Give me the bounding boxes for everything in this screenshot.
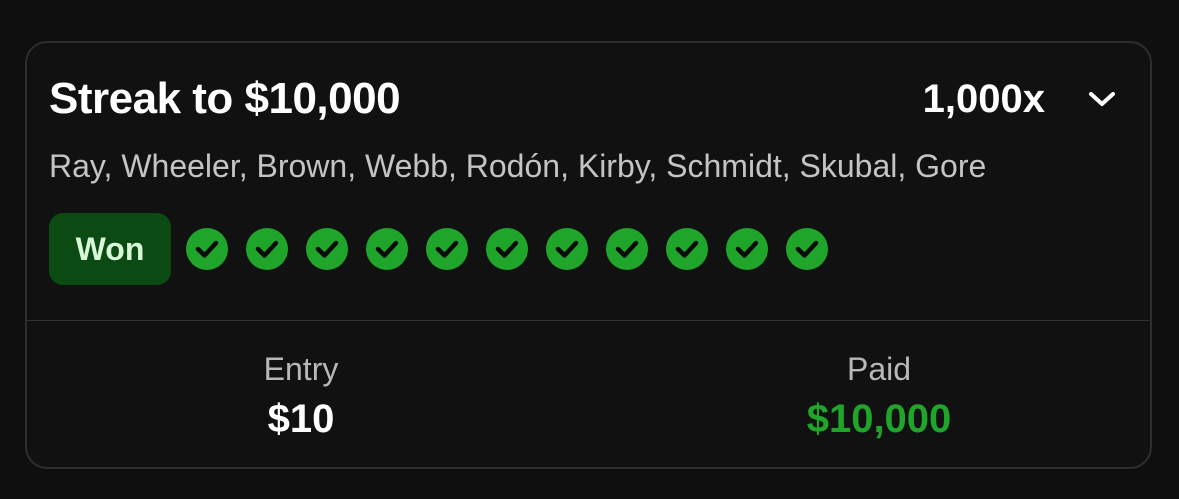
divider — [27, 320, 1150, 321]
player-list: Ray, Wheeler, Brown, Webb, Rodón, Kirby,… — [49, 148, 987, 184]
entry-value: $10 — [267, 397, 335, 441]
check-circle-icon — [246, 228, 288, 270]
check-circle-icon — [426, 228, 468, 270]
check-circle-icon — [786, 228, 828, 270]
paid-value: $10,000 — [806, 397, 952, 441]
check-circle-icon — [606, 228, 648, 270]
expand-button[interactable] — [1084, 81, 1120, 117]
multiplier-value: 1,000x — [922, 77, 1045, 121]
card-title: Streak to $10,000 — [49, 74, 401, 123]
check-circle-icon — [666, 228, 708, 270]
check-list — [185, 227, 845, 271]
paid-stat: Paid $10,000 — [729, 348, 1029, 444]
check-circle-icon — [486, 228, 528, 270]
check-circle-icon — [306, 228, 348, 270]
paid-label: Paid — [846, 351, 912, 387]
check-circle-icon — [546, 228, 588, 270]
check-circle-icon — [186, 228, 228, 270]
check-circle-icon — [366, 228, 408, 270]
entry-label: Entry — [263, 351, 339, 387]
status-badge: Won — [49, 213, 171, 285]
status-row: Won — [49, 213, 845, 285]
entry-stat: Entry $10 — [151, 348, 451, 444]
chevron-down-icon — [1089, 92, 1115, 106]
entry-card[interactable]: Streak to $10,000 1,000x Ray, Wheeler, B… — [25, 41, 1152, 469]
check-circle-icon — [726, 228, 768, 270]
